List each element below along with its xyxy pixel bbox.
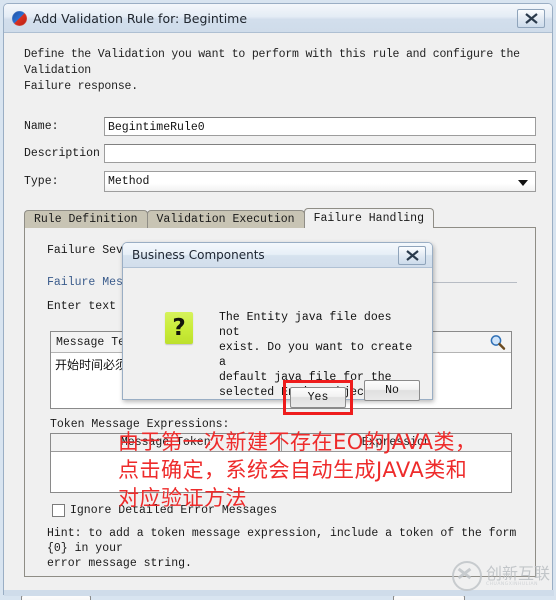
token-table-header: Message Token Expression <box>51 434 511 452</box>
description-row: Description <box>24 144 536 163</box>
chevron-down-icon <box>518 179 528 186</box>
description-label: Description <box>24 147 100 160</box>
intro-text: Define the Validation you want to perfor… <box>24 48 520 93</box>
dialog-title: Business Components <box>132 248 265 262</box>
ignore-detailed-errors-label: Ignore Detailed Error Messages <box>70 504 278 517</box>
type-select[interactable]: Method <box>104 171 536 192</box>
dialog-titlebar: Business Components <box>123 243 432 268</box>
magnifier-icon[interactable] <box>489 334 506 355</box>
token-hint-text: Hint: to add a token message expression,… <box>47 527 517 570</box>
type-select-value: Method <box>108 175 150 188</box>
window-title: Add Validation Rule for: Begintime <box>33 10 248 26</box>
dialog-button-row: Yes No <box>123 380 434 415</box>
name-input[interactable]: BegintimeRule0 <box>104 117 536 136</box>
tab-validation-execution[interactable]: Validation Execution <box>146 210 305 228</box>
description-input[interactable] <box>104 144 536 163</box>
tab-bar: Rule Definition Validation Execution Fai… <box>24 208 536 228</box>
ignore-detailed-errors-row[interactable]: Ignore Detailed Error Messages <box>52 504 277 517</box>
question-mark-icon: ? <box>165 312 193 344</box>
token-expressions-table[interactable]: Message Token Expression <box>50 433 512 493</box>
screenshot-root: Add Validation Rule for: Begintime Defin… <box>0 0 556 600</box>
window-titlebar: Add Validation Rule for: Begintime <box>4 4 552 33</box>
watermark: 创新互联 CHUANGXINHULIAN <box>452 561 550 591</box>
circled-x-logo-icon <box>452 561 482 591</box>
token-expressions-label: Token Message Expressions: <box>50 418 230 431</box>
no-button[interactable]: No <box>364 380 420 401</box>
close-icon <box>405 249 419 261</box>
column-expression: Expression <box>361 436 431 449</box>
dialog-body: ? The Entity java file does not exist. D… <box>123 268 432 415</box>
type-row: Type: Method <box>24 171 536 192</box>
dialog-close-button[interactable] <box>398 245 426 265</box>
window-close-button[interactable] <box>517 8 545 28</box>
jdeveloper-icon <box>12 10 27 26</box>
tab-failure-handling[interactable]: Failure Handling <box>303 208 434 228</box>
watermark-text: 创新互联 <box>486 563 551 583</box>
column-message-token: Message Token <box>51 434 282 451</box>
yes-button[interactable]: Yes <box>290 387 346 408</box>
close-icon <box>524 12 538 24</box>
type-label: Type: <box>24 175 59 188</box>
name-label: Name: <box>24 120 59 133</box>
yes-button-highlight: Yes <box>283 380 353 415</box>
tab-rule-definition[interactable]: Rule Definition <box>24 210 148 228</box>
name-row: Name: BegintimeRule0 <box>24 117 536 136</box>
ignore-detailed-errors-checkbox[interactable] <box>52 504 65 517</box>
business-components-dialog: Business Components ? The Entity java fi… <box>122 242 433 415</box>
